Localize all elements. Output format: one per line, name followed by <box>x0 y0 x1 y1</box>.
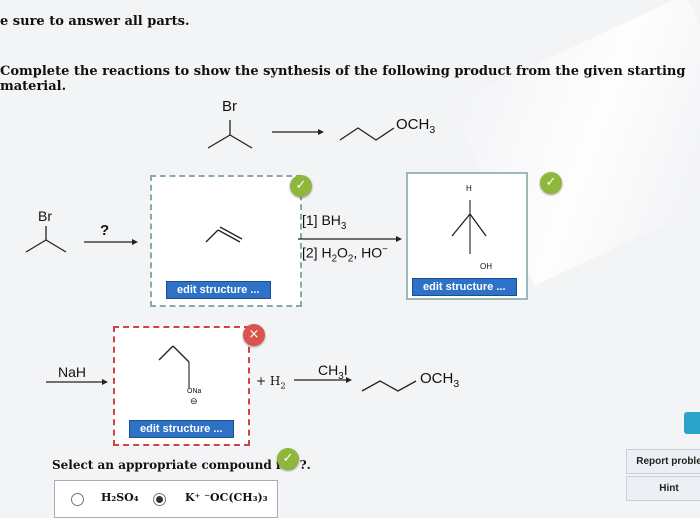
step1-question-mark: ? <box>100 222 110 239</box>
reagent-bh3: [1] BH3 <box>302 212 347 232</box>
hint-button[interactable]: Hint <box>626 476 700 501</box>
propene-structure <box>205 226 243 243</box>
check-icon-box-2: ✓ <box>540 172 562 194</box>
answer-box-3[interactable]: ONa ⊖ edit structure ... <box>113 326 250 446</box>
isopropanol-structure <box>451 200 487 254</box>
instruction-line-2: Complete the reactions to show the synth… <box>0 64 686 94</box>
error-icon-box-3: × <box>243 324 265 346</box>
step1-arrow <box>298 236 402 242</box>
box3-ona-label: ONa <box>187 388 202 395</box>
radio-option-1[interactable] <box>71 493 84 506</box>
overall-reaction-structures <box>207 120 395 149</box>
radio-option-1-label: H₂SO₄ <box>101 491 139 504</box>
answer-box-2[interactable]: H OH edit structure ... <box>406 172 528 300</box>
check-icon-radio: ✓ <box>277 448 299 470</box>
overall-product-label: OCH3 <box>396 116 436 136</box>
plus-h2-label: + H2 <box>256 374 286 391</box>
instruction-line-1: e sure to answer all parts. <box>0 14 190 29</box>
radio-option-2-label: K⁺ ⁻OC(CH₃)₃ <box>185 491 268 504</box>
radio-options-container: H₂SO₄ K⁺ ⁻OC(CH₃)₃ <box>54 480 278 518</box>
step1-start-structure <box>25 226 138 253</box>
edit-structure-button-3[interactable]: edit structure ... <box>129 420 234 438</box>
check-icon-box-1: ✓ <box>290 175 312 197</box>
box2-h-label: H <box>466 184 472 193</box>
step2-product-label: OCH3 <box>420 370 460 390</box>
box2-oh-label: OH <box>480 262 492 271</box>
box3-charge-label: ⊖ <box>190 396 198 406</box>
edit-structure-button-1[interactable]: edit structure ... <box>166 281 271 299</box>
reagent-h2o2: [2] H2O2, HO− <box>302 244 388 265</box>
answer-box-1[interactable]: edit structure ... <box>150 175 302 307</box>
radio-option-2[interactable] <box>153 493 166 506</box>
question-prompt: Select an appropriate compound for ?. <box>52 458 311 472</box>
step2-arrow-left <box>46 379 108 385</box>
edit-structure-button-2[interactable]: edit structure ... <box>412 278 517 296</box>
side-tab-icon[interactable] <box>684 412 700 434</box>
report-problem-button[interactable]: Report proble <box>626 449 700 474</box>
